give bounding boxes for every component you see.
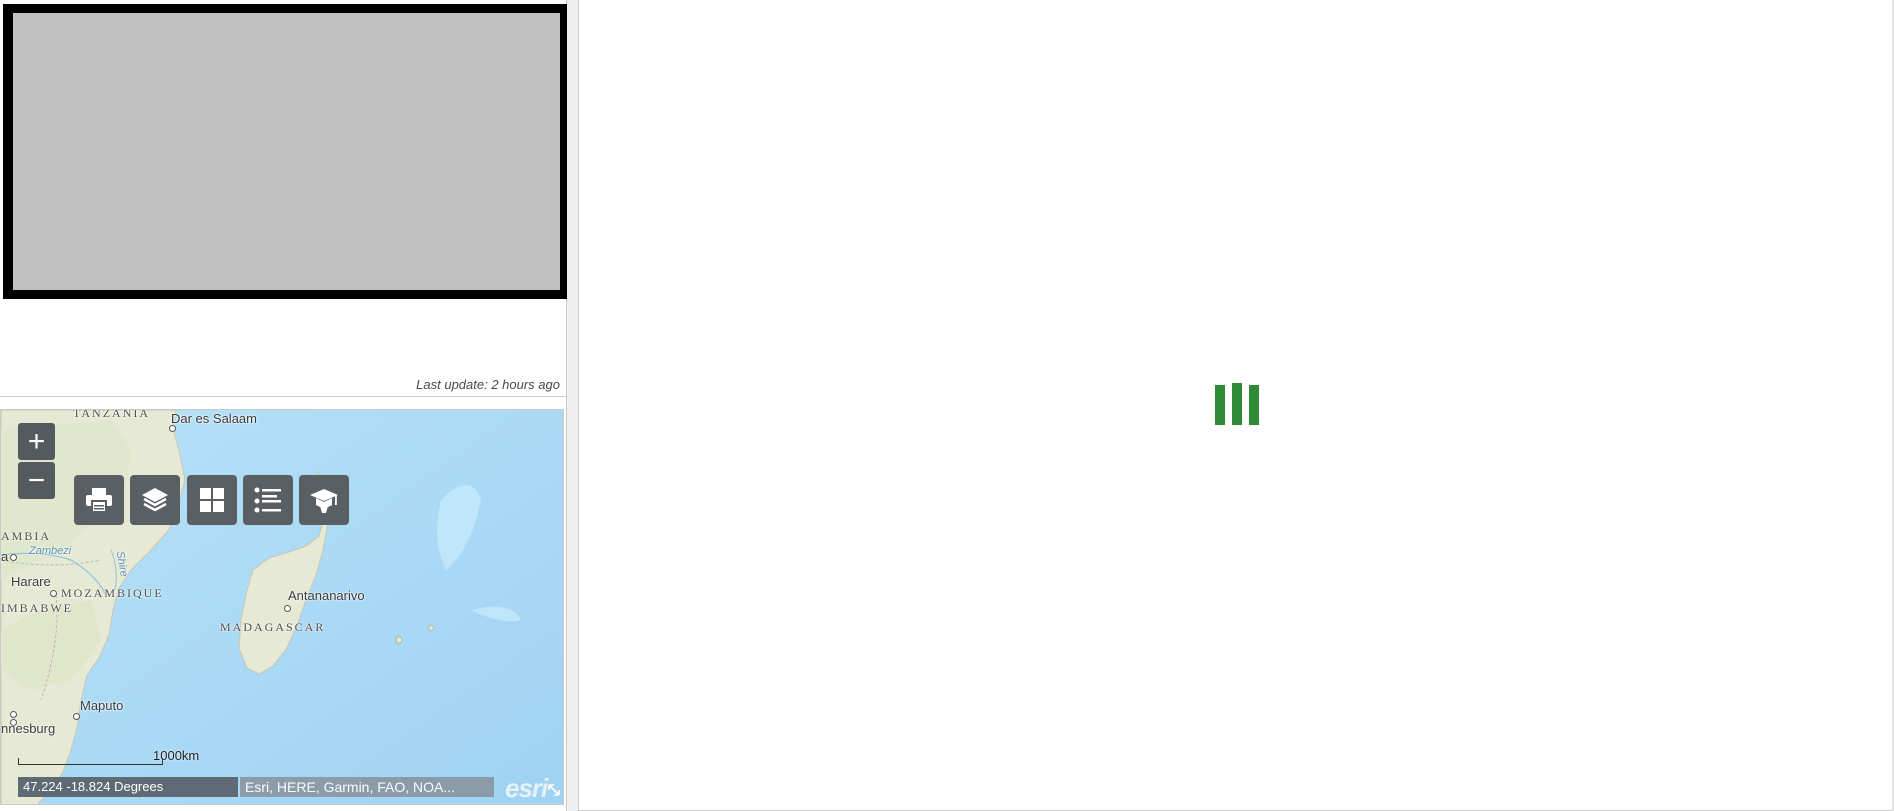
legend-button[interactable] [243, 475, 293, 525]
map-label-johannesburg: nnesburg [1, 721, 56, 736]
esri-logo[interactable]: esri [505, 773, 548, 804]
loader-bar [1215, 385, 1225, 425]
map-label-zambezi: Zambezi [29, 545, 72, 557]
map-label-zambia-city: a [1, 549, 9, 564]
map-basemap [1, 410, 563, 804]
coordinates-readout: 47.224 -18.824 Degrees [18, 777, 238, 797]
map-label-maputo: Maputo [80, 698, 124, 713]
loader-bar [1249, 385, 1259, 425]
last-update-text: Last update: 2 hours ago [416, 377, 560, 392]
map-attribution[interactable]: Esri, HERE, Garmin, FAO, NOA... [240, 777, 494, 797]
list-icon [254, 487, 281, 513]
map-label-zimbabwe: IMBABWE [1, 601, 73, 615]
mortarboard-icon [310, 489, 338, 513]
video-frame[interactable] [3, 4, 570, 299]
scale-bar [18, 758, 163, 765]
zoom-out-button[interactable]: − [18, 462, 55, 499]
scale-label: 1000km [153, 748, 200, 763]
panel-divider[interactable] [567, 0, 578, 811]
grid-icon [200, 488, 224, 512]
map-label-tanzania: TANZANIA [73, 409, 151, 420]
main-content-panel [578, 0, 1894, 811]
city-dot-harare [50, 590, 57, 597]
expand-icon[interactable] [548, 784, 560, 796]
loading-indicator [1215, 383, 1259, 425]
layers-button[interactable] [130, 475, 180, 525]
print-button[interactable] [74, 475, 124, 525]
about-button[interactable] [299, 475, 349, 525]
city-dot-antananarivo [284, 605, 291, 612]
city-dot-maputo [73, 713, 80, 720]
city-dot-pretoria [10, 711, 17, 718]
layers-icon [142, 488, 168, 512]
map-label-madagascar: MADAGASCAR [220, 620, 326, 634]
printer-icon [86, 488, 112, 513]
loader-bar [1232, 383, 1242, 425]
basemap-gallery-button[interactable] [187, 475, 237, 525]
map-view[interactable]: TANZANIA Dar es Salaam AMBIA a Zambezi S… [0, 409, 564, 805]
media-panel: Last update: 2 hours ago [0, 0, 570, 397]
map-label-zambia: AMBIA [1, 529, 52, 543]
map-label-dar-es-salaam: Dar es Salaam [171, 411, 257, 426]
city-dot-dar-es-salaam [169, 425, 176, 432]
map-label-mozambique: MOZAMBIQUE [61, 586, 164, 600]
map-label-harare: Harare [11, 574, 51, 589]
zoom-in-button[interactable]: + [18, 423, 55, 460]
map-label-antananarivo: Antananarivo [288, 588, 365, 603]
video-placeholder [13, 13, 560, 290]
city-dot-lusaka [10, 554, 17, 561]
left-column: Last update: 2 hours ago TANZANIA Dar es… [0, 0, 570, 811]
